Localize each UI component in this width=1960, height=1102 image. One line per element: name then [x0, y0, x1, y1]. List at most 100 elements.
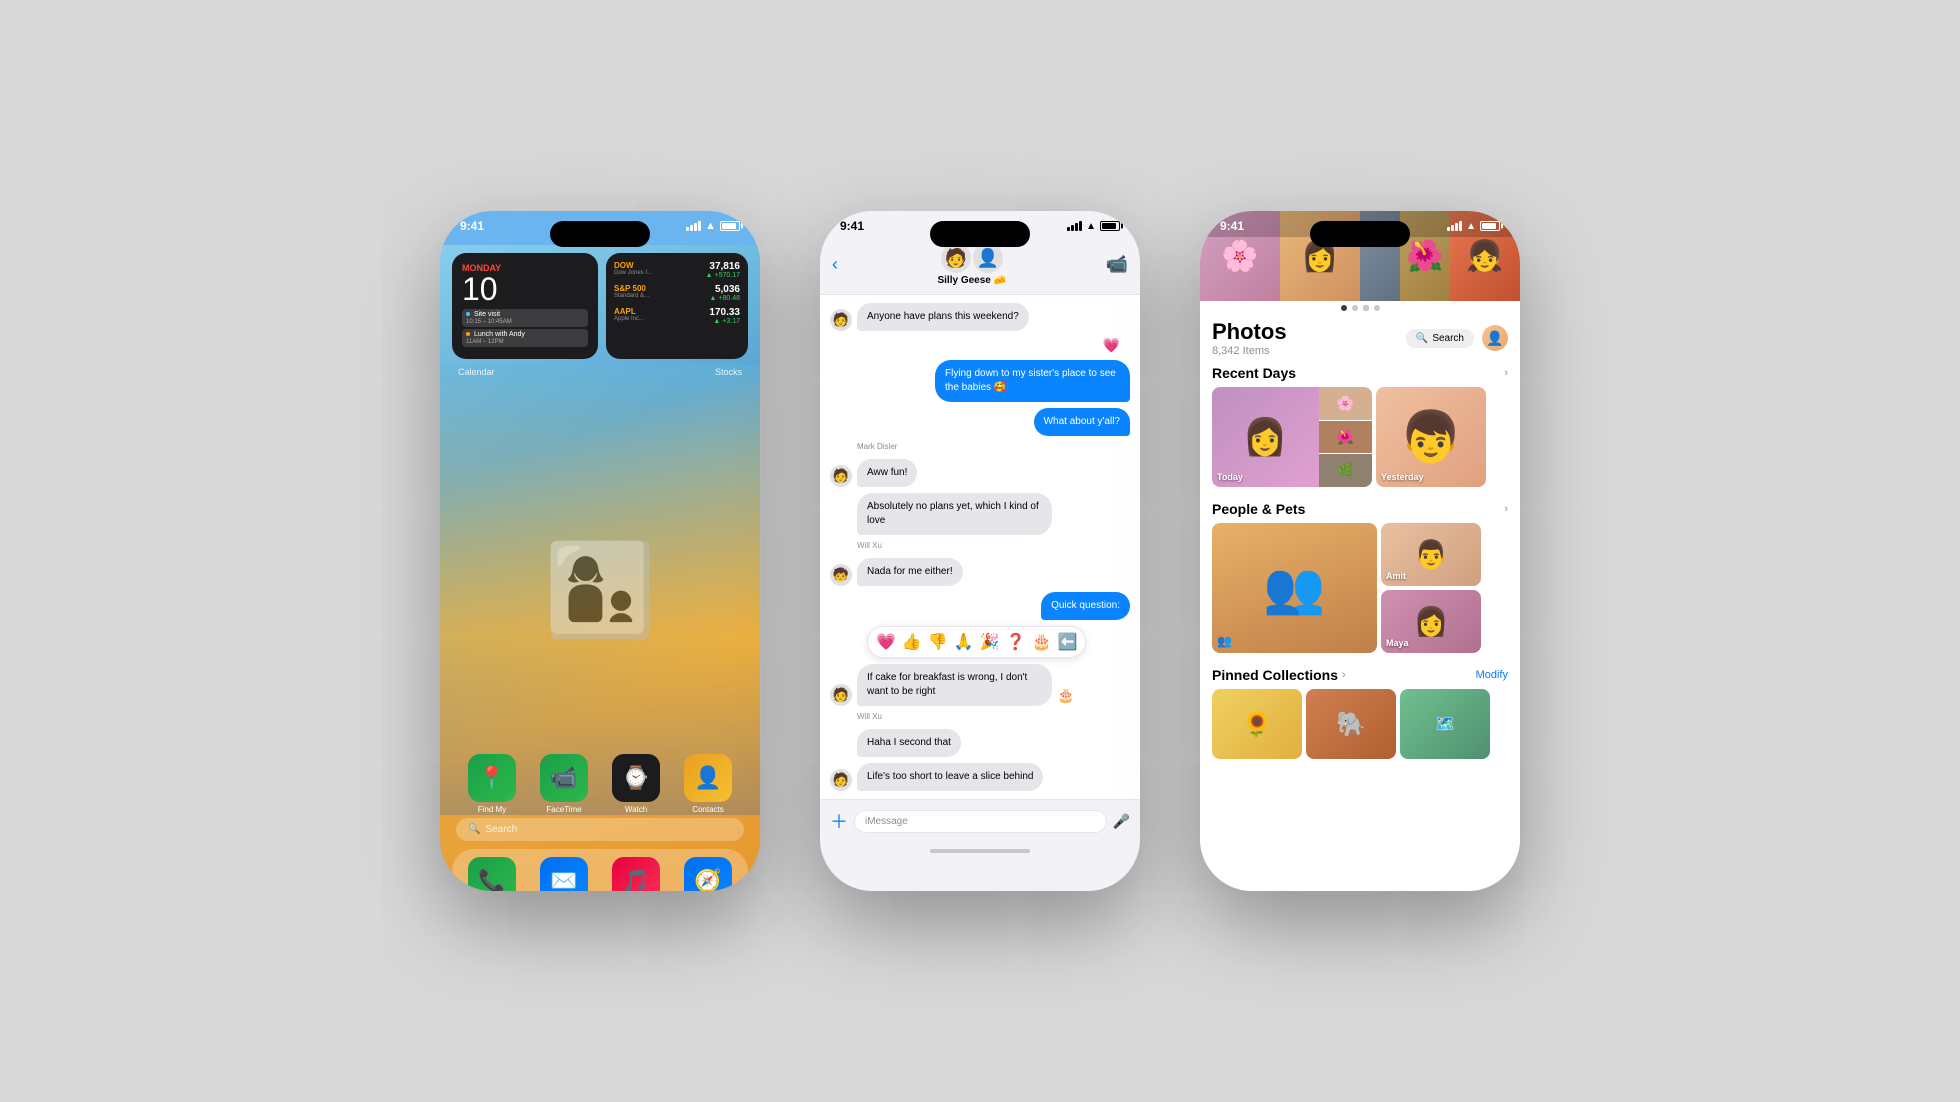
pinned-thumb-2[interactable]: 🐘 — [1306, 689, 1396, 759]
amit-thumb[interactable]: 👨 Amit — [1381, 523, 1481, 586]
nav-dot-3[interactable] — [1363, 305, 1369, 311]
message-row-1: 🧑 Anyone have plans this weekend? — [830, 303, 1130, 331]
tapback-pray[interactable]: 🙏 — [954, 632, 974, 652]
pinned-arrow[interactable]: › — [1342, 669, 1346, 681]
user-avatar[interactable]: 👤 — [1482, 325, 1508, 351]
recent-days-header: Recent Days › — [1212, 365, 1508, 381]
widget-calendar[interactable]: MONDAY 10 Site visit 10:15 – 10:45AM Lun… — [452, 253, 598, 359]
pinned-section: Pinned Collections › Modify 🌻 🐘 🗺️ — [1200, 667, 1520, 759]
msg-bubble-sent-2: What about y'all? — [1034, 408, 1130, 436]
dynamic-island-messages — [930, 221, 1030, 247]
msg-bubble-received-1: Anyone have plans this weekend? — [857, 303, 1029, 331]
battery-home — [720, 221, 740, 231]
dock-safari[interactable]: 🧭 — [684, 857, 732, 891]
dock-music[interactable]: 🎵 — [612, 857, 660, 891]
widgets-row: MONDAY 10 Site visit 10:15 – 10:45AM Lun… — [440, 245, 760, 367]
people-right-col: 👨 Amit 👩 Maya — [1381, 523, 1481, 653]
msg-bubble-received-5: If cake for breakfast is wrong, I don't … — [857, 664, 1052, 706]
contact-name: Silly Geese 🧀 — [937, 275, 1006, 286]
pinned-modify[interactable]: Modify — [1476, 669, 1508, 681]
tapback-question[interactable]: ❓ — [1006, 632, 1026, 652]
add-attachment-button[interactable]: ＋ — [830, 808, 848, 834]
today-label: Today — [1217, 472, 1243, 482]
photos-screen: 🌸 👩 🌺 👧 👨‍👩‍👧‍👦 Photos 8,342 Items — [1200, 211, 1520, 891]
tapback-heart[interactable]: 💗 — [876, 632, 896, 652]
maya-thumb[interactable]: 👩 Maya — [1381, 590, 1481, 653]
mic-button[interactable]: 🎤 — [1113, 813, 1130, 830]
msg-bubble-received-6: Haha I second that — [857, 729, 961, 757]
status-icons-home: ▲ — [686, 220, 740, 232]
message-row-received-5: 🧑 If cake for breakfast is wrong, I don'… — [830, 664, 1130, 706]
calendar-event-2: Lunch with Andy 11AM – 12PM — [462, 329, 588, 347]
today-album[interactable]: 👩 🌸 🌺 🌿 Today — [1212, 387, 1372, 487]
recent-days-section: Recent Days › 👩 🌸 🌺 🌿 — [1200, 361, 1520, 501]
contact-avatar-2: 👤 — [973, 243, 1003, 273]
mail-icon: ✉️ — [540, 857, 588, 891]
photos-title: Photos 8,342 Items — [1212, 319, 1287, 357]
contacts-icon: 👤 — [684, 754, 732, 802]
yesterday-label: Yesterday — [1381, 472, 1424, 482]
yesterday-album[interactable]: 👦 Yesterday — [1376, 387, 1486, 487]
nav-dot-1[interactable] — [1341, 305, 1347, 311]
wifi-photos: ▲ — [1466, 221, 1476, 232]
recent-days-grid: 👩 🌸 🌺 🌿 Today 👦 Yesterday — [1212, 387, 1508, 487]
messages-contact[interactable]: 🧑 👤 Silly Geese 🧀 — [937, 243, 1006, 286]
recent-days-arrow[interactable]: › — [1504, 367, 1508, 379]
photos-header-row: Photos 8,342 Items 🔍 Search 👤 — [1200, 315, 1520, 361]
tapback-row: 💗 👍 👎 🙏 🎉 ❓ 🎂 ⬅️ — [840, 626, 1130, 658]
tapback-arrow[interactable]: ⬅️ — [1057, 632, 1077, 652]
message-row-received-6: Haha I second that — [830, 729, 1130, 757]
signal-home — [686, 221, 701, 231]
widget-stocks[interactable]: DOW Dow Jones I... 37,816 ▲ +570.17 S&P … — [606, 253, 748, 359]
safari-icon: 🧭 — [684, 857, 732, 891]
message-row-received-3: Absolutely no plans yet, which I kind of… — [830, 493, 1130, 535]
msg-bubble-received-2: Aww fun! — [857, 459, 917, 487]
back-button[interactable]: ‹ — [832, 254, 838, 275]
pinned-thumb-3[interactable]: 🗺️ — [1400, 689, 1490, 759]
cake-reaction: 🎂 — [1057, 687, 1074, 704]
messages-body: 🧑 Anyone have plans this weekend? 💗 Flyi… — [820, 295, 1140, 799]
nav-dot-2[interactable] — [1352, 305, 1358, 311]
app-contacts[interactable]: 👤 Contacts — [684, 754, 732, 814]
time-photos: 9:41 — [1220, 219, 1244, 233]
people-pets-arrow[interactable]: › — [1504, 503, 1508, 515]
message-row-sent-2: What about y'all? — [830, 408, 1130, 436]
pinned-thumb-1[interactable]: 🌻 — [1212, 689, 1302, 759]
people-large-thumb[interactable]: 👥 👥 — [1212, 523, 1377, 653]
facetime-icon: 📹 — [540, 754, 588, 802]
message-input[interactable]: iMessage — [854, 810, 1107, 833]
photos-search-button[interactable]: 🔍 Search — [1406, 329, 1474, 348]
phone-messages: 9:41 ▲ ‹ 🧑 👤 Silly Geese 🧀 📹 — [820, 211, 1140, 891]
home-screen: MONDAY 10 Site visit 10:15 – 10:45AM Lun… — [440, 245, 760, 891]
pinned-title-row: Pinned Collections › — [1212, 667, 1346, 683]
stock-sp500: S&P 500 Standard &... 5,036 ▲ +80.48 — [614, 284, 740, 302]
tapback-bar[interactable]: 💗 👍 👎 🙏 🎉 ❓ 🎂 ⬅️ — [867, 626, 1086, 658]
home-indicator-messages — [820, 842, 1140, 860]
dock-mail[interactable]: ✉️ — [540, 857, 588, 891]
msg-bubble-received-4: Nada for me either! — [857, 558, 963, 586]
nav-dot-4[interactable] — [1374, 305, 1380, 311]
tapback-thumbsup[interactable]: 👍 — [902, 632, 922, 652]
findmy-icon: 📍 — [468, 754, 516, 802]
video-call-button[interactable]: 📹 — [1106, 254, 1128, 275]
pinned-header: Pinned Collections › Modify — [1212, 667, 1508, 683]
app-facetime[interactable]: 📹 FaceTime — [540, 754, 588, 814]
dock-phone[interactable]: 📞 — [468, 857, 516, 891]
amit-label: Amit — [1386, 571, 1406, 581]
msg-avatar-2: 🧑 — [830, 465, 852, 487]
watch-icon: ⌚ — [612, 754, 660, 802]
contact-avatars: 🧑 👤 — [941, 243, 1003, 273]
app-row: 📍 Find My 📹 FaceTime ⌚ Watch 👤 Contacts — [440, 750, 760, 818]
contact-avatar-1: 🧑 — [941, 243, 971, 273]
people-large-photo: 👥 — [1212, 523, 1377, 653]
tapback-cake[interactable]: 🎂 — [1032, 632, 1052, 652]
signal-photos — [1447, 221, 1462, 231]
signal-messages — [1067, 221, 1082, 231]
messages-input-bar: ＋ iMessage 🎤 — [820, 799, 1140, 842]
phone-icon: 📞 — [468, 857, 516, 891]
home-search-bar[interactable]: 🔍 Search — [456, 818, 744, 841]
app-findmy[interactable]: 📍 Find My — [468, 754, 516, 814]
tapback-party[interactable]: 🎉 — [980, 632, 1000, 652]
tapback-thumbsdown[interactable]: 👎 — [928, 632, 948, 652]
app-watch[interactable]: ⌚ Watch — [612, 754, 660, 814]
